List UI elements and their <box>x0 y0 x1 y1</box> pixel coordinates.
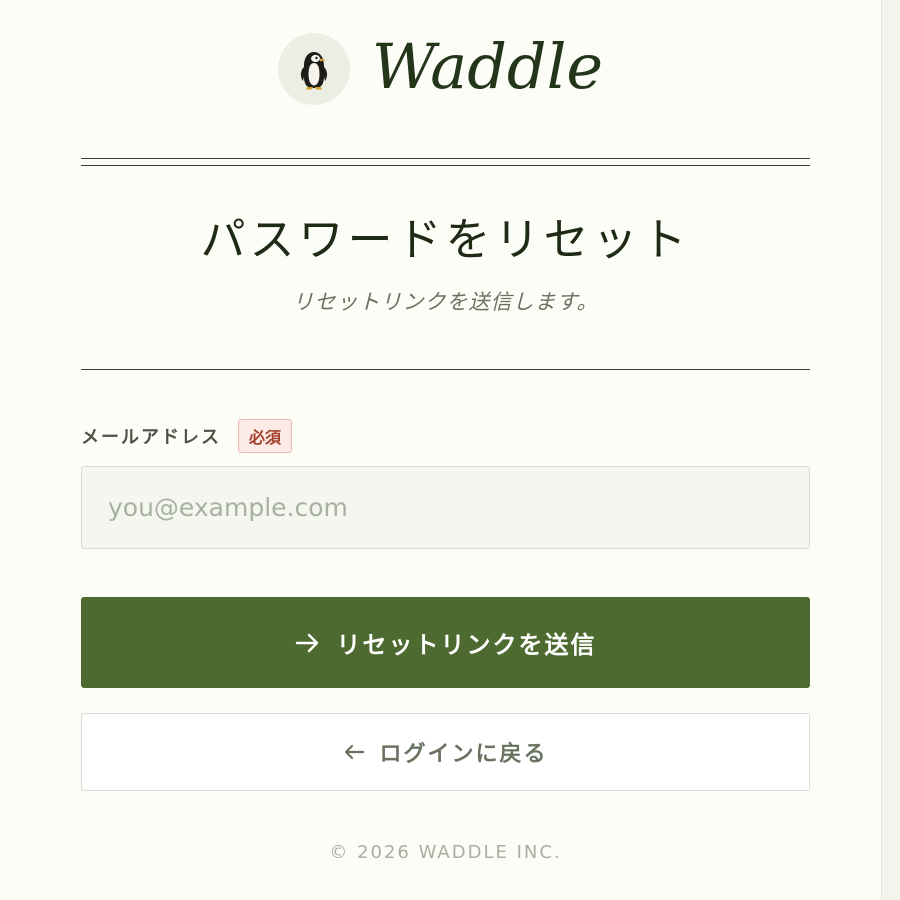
page-subtitle: リセットリンクを送信します。 <box>292 290 599 314</box>
email-label: メールアドレス <box>81 427 221 448</box>
divider-bottom <box>81 369 810 370</box>
logo-badge <box>277 33 350 105</box>
back-to-login-button[interactable]: ログインに戻る <box>81 713 810 791</box>
send-reset-link-button[interactable]: リセットリンクを送信 <box>81 597 810 688</box>
required-badge: 必須 <box>238 419 293 453</box>
arrow-left-icon <box>345 744 365 760</box>
reset-password-card: Waddle パスワードをリセット リセットリンクを送信します。 メールアドレス… <box>0 0 882 900</box>
back-to-login-label: ログインに戻る <box>379 742 548 767</box>
penguin-icon <box>300 52 327 90</box>
footer-copyright: © 2026 WADDLE INC. <box>329 842 562 863</box>
brand-header: Waddle <box>0 32 881 106</box>
divider-top-line-1 <box>81 158 810 159</box>
brand-name: Waddle <box>371 30 604 103</box>
arrow-right-icon <box>295 633 318 652</box>
divider-top-line-2 <box>81 165 810 166</box>
send-reset-link-label: リセットリンクを送信 <box>336 631 597 659</box>
email-input[interactable] <box>81 466 810 549</box>
page-title: パスワードをリセット <box>200 213 691 266</box>
email-label-row: メールアドレス 必須 <box>81 418 293 454</box>
